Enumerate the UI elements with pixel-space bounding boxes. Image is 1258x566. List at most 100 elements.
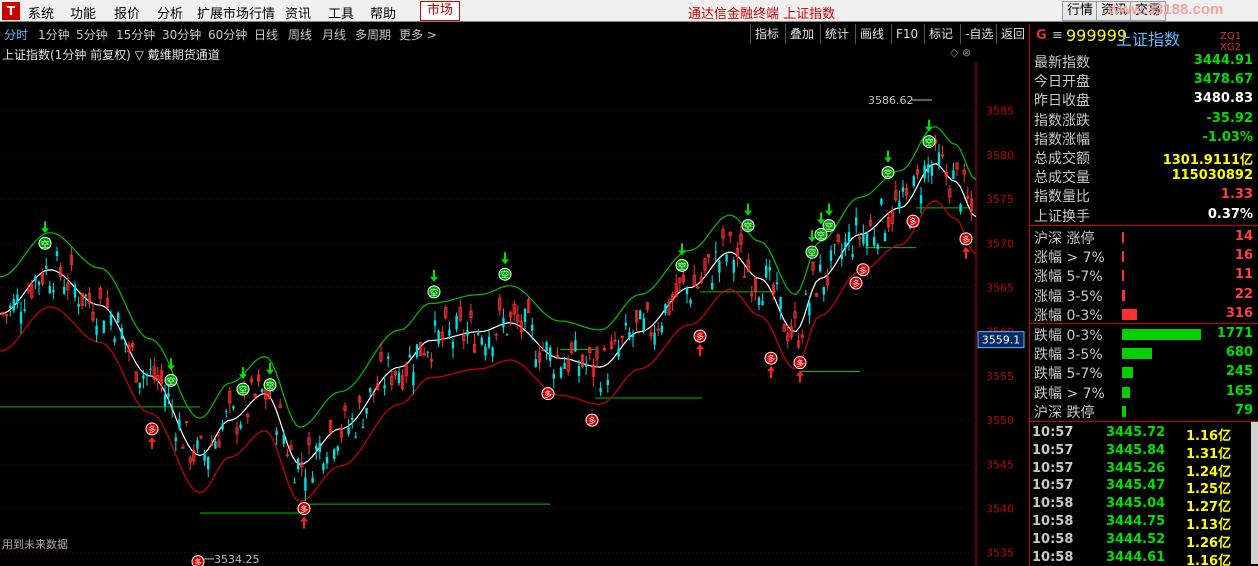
sell-signal-text: 空 [884, 168, 892, 178]
g-label[interactable]: G [1036, 28, 1047, 43]
breadth-bar [1122, 348, 1152, 360]
candle-body [502, 317, 505, 328]
candle-body [45, 265, 48, 269]
period-30min[interactable]: 30分钟 [162, 26, 201, 43]
period-more[interactable]: 更多 > [399, 26, 437, 43]
candle-body [477, 333, 480, 335]
menu-analysis[interactable]: 分析 [157, 3, 183, 22]
f10-button[interactable]: F10 [891, 24, 922, 44]
buy-signal-text: 多 [767, 354, 775, 364]
candle-body [531, 324, 534, 331]
quote-button[interactable]: 行情 [1062, 1, 1099, 21]
y-tick-label: 3570 [986, 237, 1014, 250]
candle-body [163, 394, 167, 407]
breadth-value: 11 [1234, 267, 1253, 283]
breadth-label: 沪深 涨停 [1034, 231, 1095, 247]
breadth-down-row: 沪深 跌停 79 [1030, 402, 1258, 421]
candle-body [757, 297, 761, 305]
sell-signal-text: 空 [925, 137, 933, 147]
candle-body [120, 327, 123, 339]
period-timeshare[interactable]: 分时 [4, 26, 28, 43]
candle-body [73, 285, 77, 298]
statistics-button[interactable]: 统计 [820, 24, 853, 44]
candle-body [617, 348, 620, 357]
candle-body [178, 419, 181, 429]
sell-signal-text: 空 [501, 270, 509, 280]
y-tick-label: 3545 [986, 458, 1014, 471]
candle-body [315, 446, 318, 450]
draw-line-button[interactable]: 画线 [855, 24, 888, 44]
candle-body [333, 449, 336, 459]
buy-signal-text: 多 [859, 265, 867, 275]
period-60min[interactable]: 60分钟 [208, 26, 247, 43]
market-button[interactable]: 市场 [420, 1, 461, 21]
tick-price: 3445.72 [1106, 425, 1166, 440]
candlestick-chart[interactable]: 空空空 空空空空空空空空空空多多多多多多多 多多多多多 35853580357535… [0, 62, 1029, 566]
sell-signal-text: 空 [744, 221, 752, 231]
candle-body [448, 329, 451, 336]
overlay-button[interactable]: 叠加 [785, 24, 818, 44]
sell-signal-text: 空 [41, 239, 49, 249]
candle-body [689, 299, 692, 304]
menu-extended-market[interactable]: 扩展市场行情 [197, 3, 275, 22]
menu-system[interactable]: 系统 [28, 3, 54, 22]
menu-help[interactable]: 帮助 [370, 3, 396, 22]
candle-body [451, 341, 455, 349]
breadth-up-row: 涨幅 0-3% 316 [1030, 305, 1258, 324]
menu-icon[interactable]: ≡ [1052, 28, 1063, 43]
chart-window-controls[interactable]: ◇ ⊗ [950, 46, 971, 59]
breadth-label: 跌幅 5-7% [1034, 366, 1103, 383]
candle-body [293, 482, 296, 484]
tick-row: 10:58 3445.04 1.27亿 [1030, 495, 1258, 515]
breadth-label: 涨幅 0-3% [1034, 307, 1103, 324]
candle-body [937, 152, 941, 166]
period-monthly[interactable]: 月线 [322, 26, 346, 43]
breadth-bar [1122, 289, 1125, 301]
candle-body [19, 311, 23, 324]
candle-body [552, 373, 555, 379]
candle-body [171, 408, 174, 411]
candle-body [523, 308, 527, 323]
candle-body [426, 351, 429, 353]
menu-tools[interactable]: 工具 [328, 3, 354, 22]
menu-quote[interactable]: 报价 [114, 3, 140, 22]
candle-body [275, 430, 278, 435]
mark-button[interactable]: 标记 [924, 24, 957, 44]
period-1min[interactable]: 1分钟 [38, 26, 70, 43]
candle-body [829, 250, 833, 261]
sell-signal-text: 空 [266, 380, 274, 390]
period-weekly[interactable]: 周线 [288, 26, 312, 43]
candle-body [304, 477, 307, 491]
breadth-down-row: 跌幅 0-3% 1771 [1030, 325, 1258, 344]
period-5min[interactable]: 5分钟 [76, 26, 108, 43]
candle-body [77, 304, 80, 307]
period-15min[interactable]: 15分钟 [116, 26, 155, 43]
candle-body [898, 201, 901, 209]
period-multi[interactable]: 多周期 [355, 26, 391, 43]
breadth-down-row: 跌幅 3-5% 680 [1030, 344, 1258, 363]
candle-body [369, 387, 372, 393]
back-button[interactable]: 返回 [996, 24, 1029, 44]
candle-body [639, 310, 642, 320]
sell-signal-text: 空 [678, 261, 686, 271]
period-daily[interactable]: 日线 [254, 26, 278, 43]
candle-body [34, 276, 37, 281]
candle-body [819, 264, 822, 272]
candle-body [415, 344, 419, 358]
quote-field-label: 最新指数 [1034, 55, 1090, 71]
candle-body [102, 320, 105, 334]
candle-body [642, 318, 645, 331]
buy-signal-text: 多 [300, 504, 308, 514]
breadth-value: 16 [1234, 248, 1253, 264]
indicator-button[interactable]: 指标 [750, 24, 783, 44]
candle-body [232, 406, 235, 409]
indicator-name[interactable]: ▽ 戴维期货通道 [135, 48, 220, 62]
menu-news[interactable]: 资讯 [285, 3, 311, 22]
menu-function[interactable]: 功能 [70, 3, 96, 22]
candle-body [361, 426, 365, 428]
remove-watchlist-button[interactable]: -自选 [960, 24, 997, 44]
menu-bar: T 系统 功能 报价 分析 扩展市场行情 资讯 工具 帮助 市场 通达信金融终端… [0, 0, 1258, 22]
candle-body [9, 305, 12, 309]
candle-body [397, 372, 401, 384]
candle-body [606, 379, 609, 386]
